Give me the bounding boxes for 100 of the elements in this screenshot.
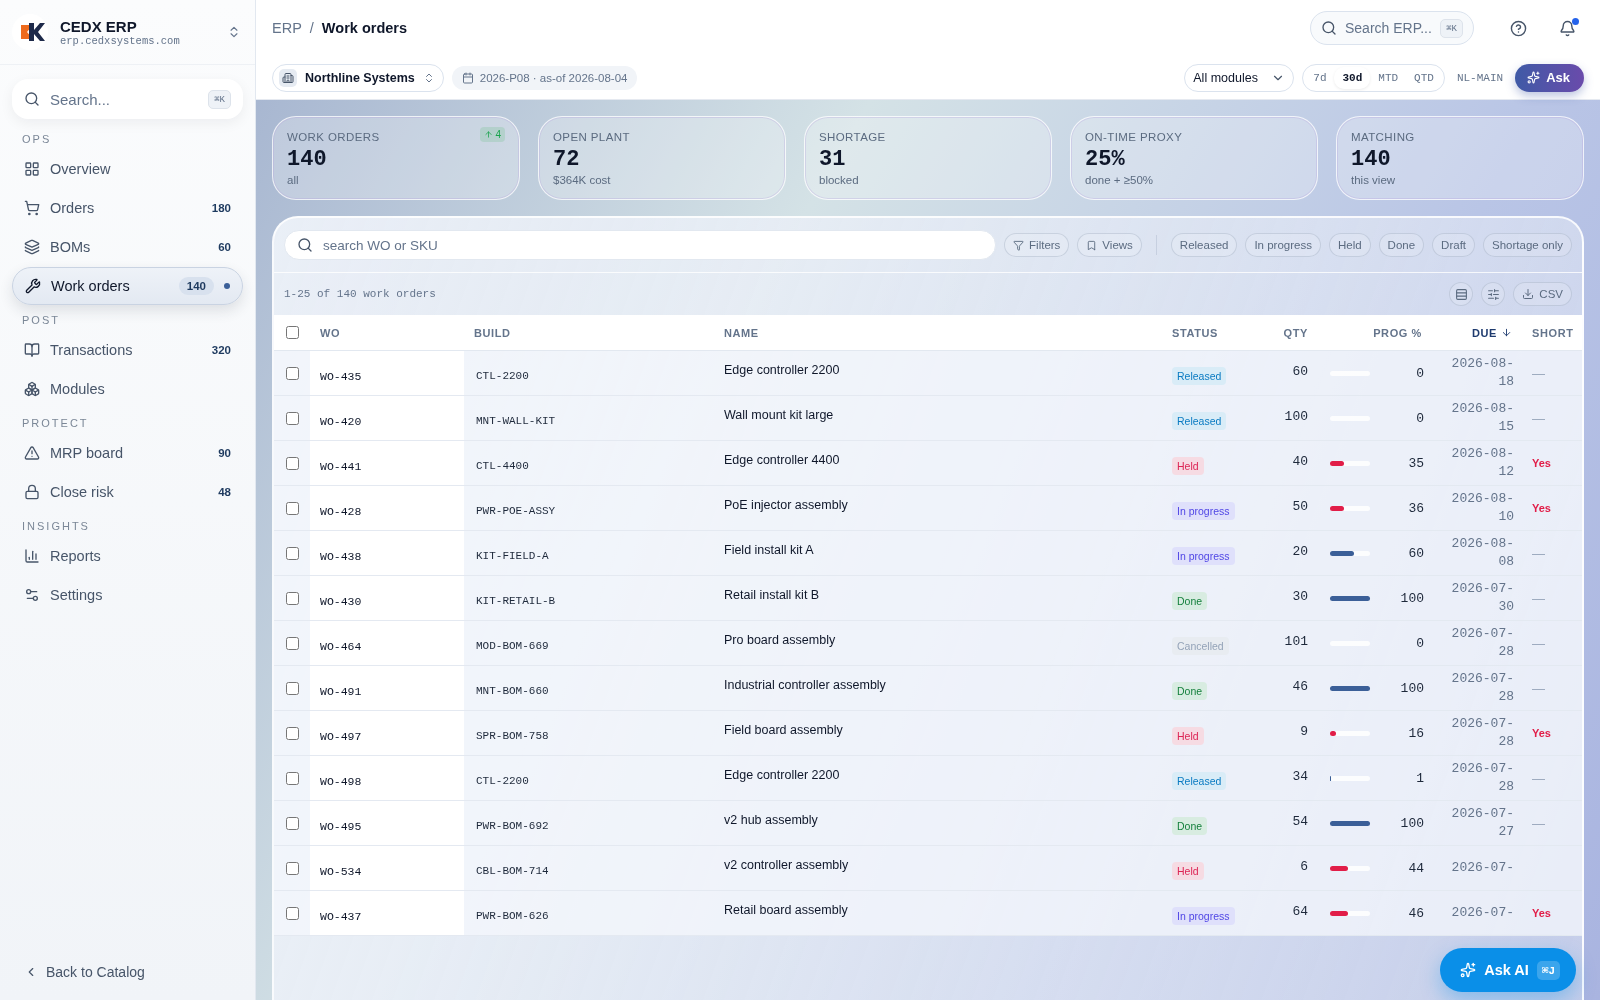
filter-chip[interactable]: Released — [1170, 233, 1238, 257]
wo-cell: WO-534 — [310, 846, 464, 890]
status-badge: In progress — [1172, 547, 1235, 565]
qty-cell-text: 64 — [1291, 903, 1309, 921]
search-icon — [297, 237, 313, 253]
back-link[interactable]: Back to Catalog — [0, 964, 255, 1000]
breadcrumb-item: / — [309, 20, 314, 36]
shortage-text: — — [1531, 365, 1546, 381]
nav-item[interactable]: Orders 180 — [12, 189, 243, 227]
range-tab[interactable]: 30d — [1334, 66, 1371, 89]
filter-chip[interactable]: Shortage only — [1483, 233, 1572, 257]
sidebar-search-field[interactable]: Search... ⌘K — [12, 79, 243, 119]
header-search-field[interactable]: Search ERP... ⌘K — [1310, 11, 1474, 45]
filter-chip[interactable]: Draft — [1432, 233, 1476, 257]
shortcut-hint: ⌘J — [1536, 960, 1560, 980]
column-header[interactable]: PROG % — [1318, 326, 1432, 339]
select-all-checkbox[interactable] — [285, 326, 299, 339]
row-checkbox[interactable] — [285, 771, 299, 785]
nav-label: MRP board — [50, 445, 125, 461]
nav-item[interactable]: Close risk 48 — [12, 473, 243, 511]
search-placeholder: Search ERP... — [1345, 20, 1433, 36]
columns-button[interactable] — [1481, 282, 1506, 306]
wo-cell: WO-420 — [310, 396, 464, 440]
sparkles-icon — [1460, 962, 1477, 978]
column-header[interactable]: BUILD — [464, 326, 714, 339]
site-code: NL-MAIN — [1455, 71, 1505, 84]
qty-cell-text: 9 — [1299, 723, 1309, 741]
column-header[interactable]: STATUS — [1162, 326, 1258, 339]
row-checkbox[interactable] — [285, 501, 299, 515]
nav-item[interactable]: Settings — [12, 576, 243, 614]
breadcrumb-item: Work orders — [321, 20, 407, 36]
views-button[interactable]: Views — [1077, 233, 1142, 257]
shortage-text: — — [1531, 815, 1546, 831]
row-checkbox[interactable] — [285, 681, 299, 695]
row-checkbox[interactable] — [285, 411, 299, 425]
wo-cell: WO-498 — [310, 756, 464, 800]
status-badge: In progress — [1172, 502, 1235, 520]
filter-chip[interactable]: Held — [1328, 233, 1371, 257]
build-cell-text: KIT-RETAIL-B — [475, 594, 557, 607]
progress-value: 0 — [1415, 365, 1424, 381]
bell-icon — [1559, 19, 1576, 37]
nav-item[interactable]: Work orders 140 — [12, 267, 243, 305]
boxes-icon — [24, 381, 40, 397]
shortage-text: — — [1531, 635, 1546, 651]
kpi-caption: blocked — [819, 174, 860, 186]
nav-item[interactable]: Transactions 320 — [12, 331, 243, 369]
density-button[interactable] — [1449, 282, 1474, 306]
range-tab[interactable]: MTD — [1370, 66, 1407, 89]
row-checkbox[interactable] — [285, 816, 299, 830]
row-checkbox[interactable] — [285, 591, 299, 605]
kpi-value: 25% — [1085, 147, 1126, 172]
layers-icon — [24, 239, 40, 255]
nav-item[interactable]: Modules — [12, 370, 243, 408]
qty-cell-text: 6 — [1299, 858, 1309, 876]
ask-ai-button[interactable]: Ask AI ⌘J — [1440, 948, 1576, 992]
funnel-icon — [1013, 239, 1025, 251]
nav-count: 48 — [218, 486, 231, 498]
kpi-label: WORK ORDERS — [287, 131, 380, 143]
column-header[interactable]: WO — [310, 326, 464, 339]
search-icon — [24, 91, 40, 107]
bookmark-icon — [1086, 239, 1098, 251]
progress-value: 60 — [1407, 545, 1424, 561]
qty-cell-text: 54 — [1291, 813, 1309, 831]
row-checkbox[interactable] — [285, 366, 299, 380]
due-date: 2026-07- — [1450, 904, 1515, 922]
status-badge: In progress — [1172, 907, 1235, 925]
column-header[interactable]: DUE — [1432, 326, 1522, 339]
row-checkbox[interactable] — [285, 456, 299, 470]
range-tab[interactable]: 7d — [1305, 66, 1335, 89]
column-header[interactable]: QTY — [1258, 326, 1318, 339]
table-search-field[interactable]: search WO or SKU — [284, 230, 997, 260]
column-header[interactable]: NAME — [714, 326, 1162, 339]
module-select[interactable]: All modules — [1184, 63, 1295, 92]
company-selector[interactable]: Northline Systems — [272, 63, 444, 92]
breadcrumb-item[interactable]: ERP — [272, 20, 302, 36]
nav-item[interactable]: Overview — [12, 150, 243, 188]
due-date: 2026-08-12 — [1450, 445, 1515, 481]
filter-chip[interactable]: Done — [1378, 233, 1425, 257]
row-checkbox[interactable] — [285, 906, 299, 920]
ask-button[interactable]: Ask — [1515, 63, 1584, 92]
nav-item[interactable]: Reports — [12, 537, 243, 575]
column-header[interactable]: SHORT — [1522, 326, 1582, 339]
sliders-icon — [24, 587, 40, 603]
nav-count: 60 — [218, 241, 231, 253]
kpi-label: MATCHING — [1351, 131, 1415, 143]
csv-button[interactable]: CSV — [1513, 282, 1572, 306]
delta-badge: 4 — [480, 127, 505, 142]
wrench-icon — [25, 278, 41, 294]
build-cell-text: PWR-POE-ASSY — [475, 504, 557, 517]
name-cell-text: Field install kit A — [723, 543, 815, 559]
row-checkbox[interactable] — [285, 861, 299, 875]
row-checkbox[interactable] — [285, 636, 299, 650]
nav-item[interactable]: MRP board 90 — [12, 434, 243, 472]
range-tab[interactable]: QTD — [1406, 66, 1442, 89]
nav-item[interactable]: BOMs 60 — [12, 228, 243, 266]
filter-chip[interactable]: In progress — [1245, 233, 1321, 257]
wo-cell: WO-441 — [310, 441, 464, 485]
row-checkbox[interactable] — [285, 726, 299, 740]
filters-button[interactable]: Filters — [1004, 233, 1070, 257]
row-checkbox[interactable] — [285, 546, 299, 560]
